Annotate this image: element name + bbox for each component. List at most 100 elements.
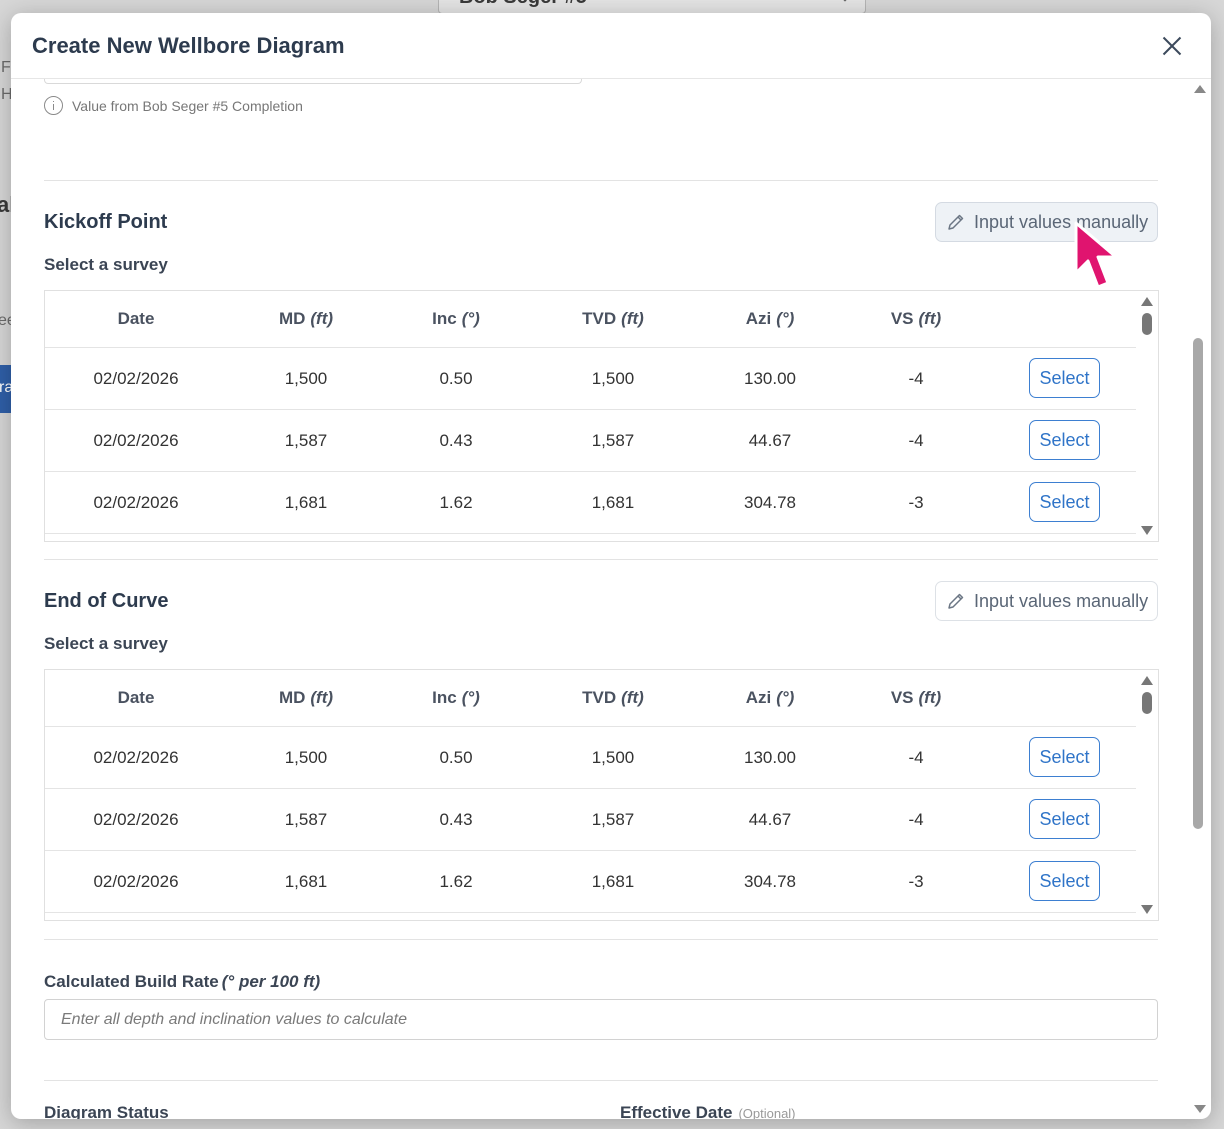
cell-azi: 304.78 bbox=[744, 871, 796, 891]
cell-vs: -4 bbox=[908, 809, 924, 829]
cell-md: 1,681 bbox=[284, 871, 328, 891]
modal-title: Create New Wellbore Diagram bbox=[32, 33, 345, 58]
pencil-icon bbox=[948, 214, 964, 230]
cell-date: 02/02/2026 bbox=[93, 871, 179, 891]
divider bbox=[44, 559, 1158, 560]
cell-date: 02/02/2026 bbox=[93, 747, 179, 767]
scroll-up-icon[interactable] bbox=[1141, 297, 1153, 306]
cell-date: 02/02/2026 bbox=[93, 430, 179, 450]
well-selector-value: Bob Seger #5 bbox=[459, 0, 587, 9]
scroll-up-icon[interactable] bbox=[1194, 85, 1206, 93]
info-hint-text: Value from Bob Seger #5 Completion bbox=[72, 97, 303, 114]
table-row: 02/02/2026 1,587 0.43 1,587 44.67 -4 Sel… bbox=[45, 789, 1138, 851]
column-header-azi: Azi (°) bbox=[745, 309, 795, 328]
end-of-curve-survey-table: Date MD (ft) Inc (°) TVD (ft) Azi (°) VS (ft)… bbox=[44, 669, 1159, 921]
cell-tvd: 1,587 bbox=[591, 430, 635, 450]
cell-inc: 1.62 bbox=[439, 492, 473, 512]
end-of-curve-input-manually-button[interactable]: Input values manually bbox=[935, 581, 1158, 621]
cell-tvd: 1,681 bbox=[591, 871, 635, 891]
cell-azi: 44.67 bbox=[748, 809, 792, 829]
scroll-down-icon[interactable] bbox=[1141, 905, 1153, 914]
info-icon bbox=[44, 96, 63, 115]
pencil-icon bbox=[948, 593, 964, 609]
cell-vs: -3 bbox=[908, 871, 924, 891]
select-survey-button[interactable]: Select bbox=[1029, 358, 1100, 398]
cell-inc: 0.50 bbox=[439, 747, 473, 767]
cell-azi: 130.00 bbox=[744, 368, 796, 388]
table-row: 02/02/2026 1,500 0.50 1,500 130.00 -4 Se… bbox=[45, 348, 1138, 410]
end-of-curve-input-manually-label: Input values manually bbox=[974, 590, 1149, 611]
cell-tvd: 1,681 bbox=[591, 492, 635, 512]
scroll-thumb[interactable] bbox=[1193, 338, 1203, 829]
completion-value-field[interactable] bbox=[44, 79, 582, 84]
select-survey-button[interactable]: Select bbox=[1029, 420, 1100, 460]
kickoff-survey-table: Date MD (ft) Inc (°) TVD (ft) Azi (°) VS (ft)… bbox=[44, 290, 1159, 542]
divider bbox=[44, 939, 1158, 940]
cell-md: 1,500 bbox=[284, 368, 328, 388]
select-survey-button[interactable]: Select bbox=[1029, 737, 1100, 777]
divider bbox=[44, 1080, 1158, 1081]
cell-inc: 1.62 bbox=[439, 871, 473, 891]
scroll-thumb[interactable] bbox=[1142, 692, 1152, 714]
column-header-md: MD (ft) bbox=[278, 688, 334, 707]
column-header-md: MD (ft) bbox=[278, 309, 334, 328]
effective-date-label: Effective Date (Optional) bbox=[620, 1103, 796, 1119]
scroll-thumb[interactable] bbox=[1142, 313, 1152, 335]
column-header-vs: VS (ft) bbox=[890, 309, 942, 328]
table-scrollbar[interactable] bbox=[1136, 670, 1158, 920]
kickoff-input-manually-button[interactable]: Input values manually bbox=[935, 202, 1158, 242]
select-survey-button[interactable]: Select bbox=[1029, 482, 1100, 522]
cell-azi: 44.67 bbox=[748, 430, 792, 450]
cell-date: 02/02/2026 bbox=[93, 492, 179, 512]
table-row: 02/02/2026 1,500 0.50 1,500 130.00 -4 Se… bbox=[45, 727, 1138, 789]
build-rate-label: Calculated Build Rate (° per 100 ft) bbox=[44, 972, 321, 991]
column-header-inc: Inc (°) bbox=[432, 688, 480, 707]
kickoff-point-title: Kickoff Point bbox=[44, 211, 168, 233]
scroll-down-icon[interactable] bbox=[1141, 526, 1153, 535]
build-rate-field[interactable] bbox=[44, 999, 1158, 1040]
divider bbox=[44, 180, 1158, 181]
cell-tvd: 1,587 bbox=[591, 809, 635, 829]
well-selector: Bob Seger #5 bbox=[438, 0, 866, 14]
cell-vs: -4 bbox=[908, 368, 924, 388]
cell-tvd: 1,500 bbox=[591, 747, 635, 767]
select-survey-button[interactable]: Select bbox=[1029, 861, 1100, 901]
table-row: 02/02/2026 1,681 1.62 1,681 304.78 -3 Se… bbox=[45, 851, 1138, 913]
cell-tvd: 1,500 bbox=[591, 368, 635, 388]
close-icon[interactable] bbox=[1159, 33, 1185, 59]
select-survey-button[interactable]: Select bbox=[1029, 799, 1100, 839]
table-row: 02/02/2026 1,587 0.43 1,587 44.67 -4 Sel… bbox=[45, 410, 1138, 472]
column-header-vs: VS (ft) bbox=[890, 688, 942, 707]
create-wellbore-diagram-modal: Create New Wellbore Diagram Value from B… bbox=[11, 13, 1211, 1119]
table-header: Date MD (ft) Inc (°) TVD (ft) Azi (°) VS (ft) bbox=[45, 291, 1138, 348]
cell-inc: 0.43 bbox=[439, 430, 473, 450]
table-scrollbar[interactable] bbox=[1136, 291, 1158, 541]
table-row: 02/02/2026 1,681 1.62 1,681 304.78 -3 Se… bbox=[45, 472, 1138, 534]
background-primary-button: ra bbox=[0, 365, 13, 413]
scroll-down-icon[interactable] bbox=[1194, 1105, 1206, 1113]
cell-md: 1,500 bbox=[284, 747, 328, 767]
cell-vs: -4 bbox=[908, 430, 924, 450]
end-of-curve-select-survey-label: Select a survey bbox=[44, 634, 168, 653]
table-header: Date MD (ft) Inc (°) TVD (ft) Azi (°) VS (ft) bbox=[45, 670, 1138, 727]
column-header-date: Date bbox=[117, 309, 155, 328]
cell-md: 1,587 bbox=[284, 430, 328, 450]
cell-vs: -4 bbox=[908, 747, 924, 767]
cell-date: 02/02/2026 bbox=[93, 368, 179, 388]
cell-inc: 0.43 bbox=[439, 809, 473, 829]
cell-md: 1,587 bbox=[284, 809, 328, 829]
column-header-inc: Inc (°) bbox=[432, 309, 480, 328]
modal-body[interactable]: Value from Bob Seger #5 Completion Kicko… bbox=[11, 79, 1211, 1119]
info-hint: Value from Bob Seger #5 Completion bbox=[44, 96, 303, 115]
cell-md: 1,681 bbox=[284, 492, 328, 512]
modal-scrollbar[interactable] bbox=[1189, 79, 1211, 1119]
column-header-date: Date bbox=[117, 688, 155, 707]
cell-azi: 130.00 bbox=[744, 747, 796, 767]
column-header-azi: Azi (°) bbox=[745, 688, 795, 707]
chevron-down-icon bbox=[836, 0, 854, 2]
diagram-status-label: Diagram Status bbox=[44, 1103, 169, 1119]
column-header-tvd: TVD (ft) bbox=[582, 688, 644, 707]
cell-inc: 0.50 bbox=[439, 368, 473, 388]
scroll-up-icon[interactable] bbox=[1141, 676, 1153, 685]
kickoff-select-survey-label: Select a survey bbox=[44, 255, 168, 274]
